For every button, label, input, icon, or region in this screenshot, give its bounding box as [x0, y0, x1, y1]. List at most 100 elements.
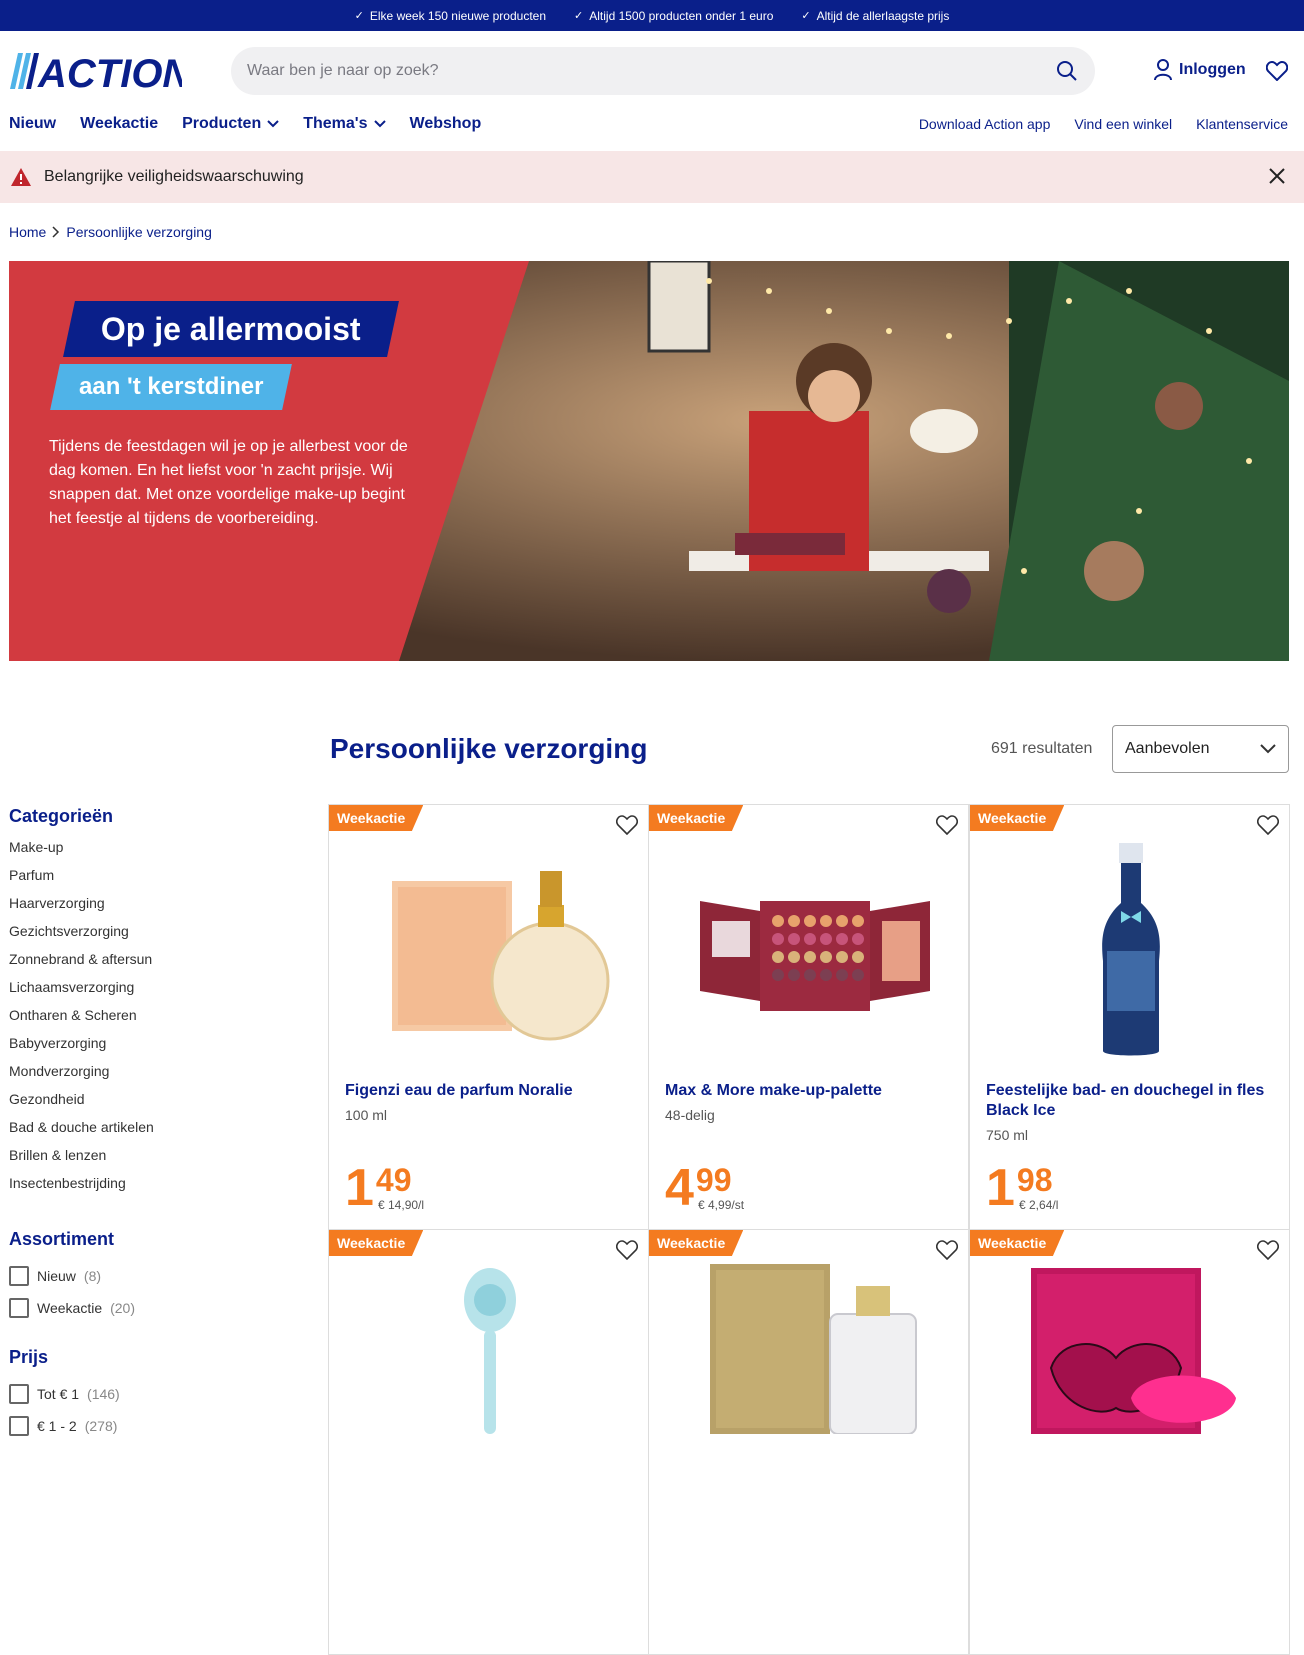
breadcrumb-current[interactable]: Persoonlijke verzorging [66, 224, 212, 240]
filter-option-price[interactable]: € 1 - 2 (278) [9, 1410, 309, 1442]
filter-count: (8) [83, 1268, 102, 1284]
usp-text: Altijd 1500 producten onder 1 euro [589, 8, 774, 23]
search-input[interactable] [247, 62, 1055, 80]
category-link[interactable]: Haarverzorging [9, 895, 309, 923]
product-card[interactable]: Weekactie [969, 1229, 1290, 1655]
chevron-down-icon [373, 120, 386, 128]
chevron-down-icon [267, 120, 279, 128]
product-image[interactable] [649, 1264, 968, 1434]
product-name[interactable]: Figenzi eau de parfum Noralie [345, 1081, 635, 1101]
unit-price: € 14,90/l [378, 1198, 425, 1212]
category-link[interactable]: Zonnebrand & aftersun [9, 951, 309, 979]
checkbox[interactable] [9, 1416, 29, 1436]
filter-label: € 1 - 2 [37, 1418, 77, 1434]
nav-label: Producten [182, 115, 262, 132]
product-card[interactable]: Weekactie Max & More make-up-palette 48-… [648, 804, 969, 1230]
breadcrumb-home[interactable]: Home [9, 224, 46, 240]
perfume-bottle-icon [391, 871, 609, 1041]
search-icon[interactable] [1055, 59, 1079, 83]
product-card[interactable]: Weekactie [648, 1229, 969, 1655]
filter-option-price[interactable]: Tot € 1 (146) [9, 1378, 309, 1410]
product-image[interactable] [329, 1264, 648, 1434]
category-link[interactable]: Lichaamsverzorging [9, 979, 309, 1007]
search-bar [231, 47, 1095, 95]
wishlist-heart-icon[interactable] [936, 1240, 958, 1260]
hero-banner[interactable]: Op je allermooist aan 't kerstdiner Tijd… [9, 261, 1289, 661]
perfume-box-icon [1030, 1268, 1236, 1434]
filter-count: (278) [84, 1418, 118, 1434]
usp-text: Elke week 150 nieuwe producten [369, 8, 547, 23]
product-name[interactable]: Max & More make-up-palette [665, 1081, 955, 1101]
sort-select[interactable]: Aanbevolen [1112, 725, 1289, 773]
close-icon[interactable] [1268, 167, 1286, 185]
product-name[interactable]: Feestelijke bad- en douchegel in fles Bl… [986, 1081, 1276, 1121]
unit-price: € 4,99/st [698, 1198, 745, 1212]
weekactie-badge: Weekactie [329, 1230, 424, 1256]
product-size: 48-delig [665, 1107, 715, 1123]
nav-item-producten[interactable]: Producten [182, 115, 279, 133]
safety-alert[interactable]: Belangrijke veiligheidswaarschuwing [0, 151, 1304, 203]
category-link[interactable]: Mondverzorging [9, 1063, 309, 1091]
category-link[interactable]: Ontharen & Scheren [9, 1007, 309, 1035]
nav-item-webshop[interactable]: Webshop [410, 115, 482, 133]
category-link[interactable]: Insectenbestrijding [9, 1175, 309, 1203]
weekactie-badge: Weekactie [649, 805, 744, 831]
price-cents: 99 [695, 1162, 732, 1198]
weekactie-badge: Weekactie [970, 1230, 1065, 1256]
product-image[interactable] [970, 831, 1289, 1071]
price-cents: 49 [375, 1162, 412, 1198]
nav-link-customer-service[interactable]: Klantenservice [1196, 116, 1288, 132]
category-link[interactable]: Brillen & lenzen [9, 1147, 309, 1175]
hero-description: Tijdens de feestdagen wil je op je aller… [49, 438, 408, 527]
price-cents: 98 [1016, 1162, 1053, 1198]
login-button[interactable]: Inloggen [1153, 59, 1246, 81]
nav-item-themas[interactable]: Thema's [303, 115, 386, 133]
nav-item-nieuw[interactable]: Nieuw [9, 115, 56, 133]
filter-option-nieuw[interactable]: Nieuw (8) [9, 1260, 309, 1292]
checkbox[interactable] [9, 1384, 29, 1404]
action-logo[interactable]: ACTION [10, 51, 182, 91]
wishlist-heart-icon[interactable] [616, 1240, 638, 1260]
makeup-palette-icon [699, 901, 930, 1011]
check-icon: ✓ [801, 10, 811, 22]
check-icon: ✓ [574, 10, 584, 22]
product-image[interactable] [329, 831, 648, 1071]
sort-value: Aanbevolen [1125, 740, 1210, 757]
checkbox[interactable] [9, 1298, 29, 1318]
main-nav: Nieuw Weekactie Producten Thema's Websho… [0, 111, 1304, 151]
price-filter: Prijs Tot € 1 (146) € 1 - 2 (278) [9, 1347, 309, 1442]
warning-icon [11, 168, 31, 186]
category-link[interactable]: Bad & douche artikelen [9, 1119, 309, 1147]
filter-option-weekactie[interactable]: Weekactie (20) [9, 1292, 309, 1324]
wishlist-heart-icon[interactable] [1257, 1240, 1279, 1260]
product-size: 100 ml [345, 1107, 388, 1123]
usp-item: ✓ Elke week 150 nieuwe producten [355, 9, 546, 23]
nav-link-download-app[interactable]: Download Action app [919, 116, 1051, 132]
product-image[interactable] [970, 1268, 1289, 1434]
checkbox[interactable] [9, 1266, 29, 1286]
category-link[interactable]: Gezondheid [9, 1091, 309, 1119]
category-link[interactable]: Make-up [9, 839, 309, 867]
alert-text: Belangrijke veiligheidswaarschuwing [44, 168, 304, 185]
wishlist-heart-icon[interactable] [1266, 61, 1288, 81]
category-link[interactable]: Babyverzorging [9, 1035, 309, 1063]
page-title: Persoonlijke verzorging [330, 733, 648, 764]
breadcrumb: Home Persoonlijke verzorging [9, 224, 212, 240]
category-link[interactable]: Parfum [9, 867, 309, 895]
product-card[interactable]: Weekactie [328, 1229, 649, 1655]
product-image[interactable] [649, 831, 968, 1071]
usp-bar: ✓ Elke week 150 nieuwe producten ✓ Altijd … [0, 0, 1304, 31]
nav-link-store-finder[interactable]: Vind een winkel [1074, 116, 1172, 132]
nav-item-weekactie[interactable]: Weekactie [80, 115, 158, 133]
usp-item: ✓ Altijd de allerlaagste prijs [801, 9, 949, 23]
filter-count: (146) [87, 1386, 120, 1402]
filter-label: Weekactie [37, 1300, 103, 1316]
categories-heading: Categorieën [9, 806, 114, 826]
hero-subtitle-text: aan 't kerstdiner [79, 373, 264, 400]
filter-label: Nieuw [37, 1268, 76, 1284]
product-card[interactable]: Weekactie Feestelijke bad- en douchegel … [969, 804, 1290, 1230]
product-card[interactable]: Weekactie Figenzi eau de parfum Noralie … [328, 804, 649, 1230]
category-link[interactable]: Gezichtsverzorging [9, 923, 309, 951]
check-icon: ✓ [354, 10, 364, 22]
category-filter: Categorieën Make-up Parfum Haarverzorgin… [9, 806, 309, 1203]
